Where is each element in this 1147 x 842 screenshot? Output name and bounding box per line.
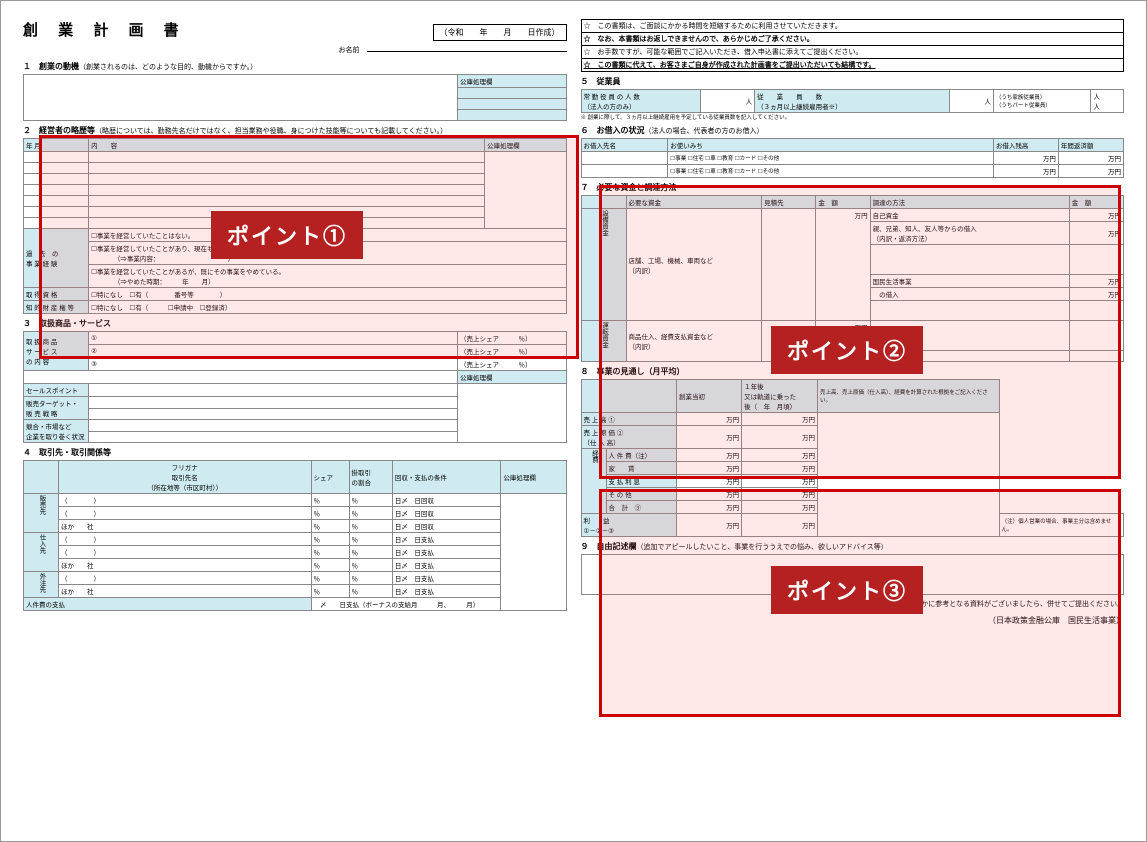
point-3-label: ポイント③: [771, 566, 923, 614]
doc-title: 創 業 計 画 書: [23, 19, 187, 40]
sec1-header: １ 創業の動機（創業されるのは、どのような目的、動機からですか。）: [23, 61, 567, 72]
point-1-label: ポイント①: [211, 211, 363, 259]
sec6-header: ６ お借入の状況（法人の場合、代表者の方のお借入）: [581, 125, 1125, 136]
sec5-note: ※ 創業に際して、３ヵ月以上継続雇用を予定している従業員数を記入してください。: [581, 113, 1125, 121]
notice-box: ☆ この書類は、ご面談にかかる時間を短縮するために利用させていただきます。 ☆ …: [581, 19, 1125, 72]
sec5-table: 常 勤 役 員 の 人 数 （法人の方のみ）人従 業 員 数 （３ヵ月以上継続雇…: [581, 89, 1125, 113]
sec4-header: ４ 取引先・取引関係等: [23, 447, 567, 458]
name-label: お名前: [339, 47, 360, 54]
date-box: （令和 年 月 日作成）: [433, 24, 567, 41]
sec4-table: フリガナ 取引先名 （所在地等（市区町村））シェア掛取引 の割合回収・支払の条件…: [23, 460, 567, 611]
sec6-table: お借入先名お使いみちお借入残高年間返済額 ☐事業 ☐住宅 ☐車 ☐教育 ☐カード…: [581, 138, 1125, 178]
point-2-label: ポイント②: [771, 326, 923, 374]
sec1-table: 公庫処理欄: [23, 74, 567, 121]
sec5-header: ５ 従業員: [581, 76, 1125, 87]
